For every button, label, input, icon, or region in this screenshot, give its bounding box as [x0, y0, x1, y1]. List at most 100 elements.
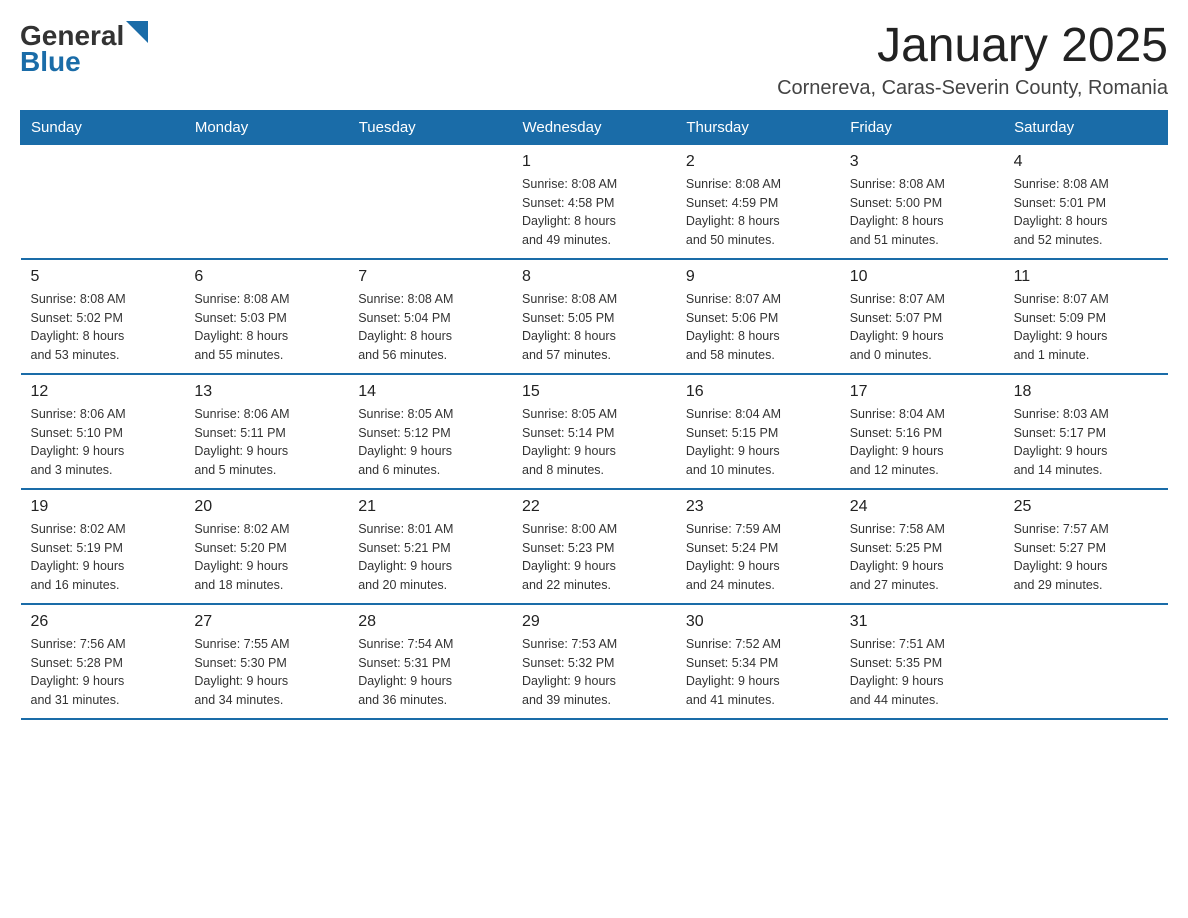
calendar-cell: 7 Sunrise: 8:08 AM Sunset: 5:04 PM Daylig… — [348, 259, 512, 374]
day-info: Sunrise: 8:04 AM Sunset: 5:16 PM Dayligh… — [850, 405, 994, 480]
header-sunday: Sunday — [21, 110, 185, 144]
day-number: 11 — [1014, 268, 1158, 286]
calendar-cell: 25Sunrise: 7:57 AM Sunset: 5:27 PM Dayli… — [1004, 489, 1168, 604]
logo: General Blue — [20, 20, 148, 78]
day-number: 12 — [31, 383, 175, 401]
calendar-cell: 19 Sunrise: 8:02 AM Sunset: 5:19 PM Dayli… — [21, 489, 185, 604]
header-saturday: Saturday — [1004, 110, 1168, 144]
day-info: Sunrise: 7:57 AM Sunset: 5:27 PM Dayligh… — [1014, 520, 1158, 595]
day-info: Sunrise: 8:08 AM Sunset: 5:05 PM Dayligh… — [522, 290, 666, 365]
calendar-cell: 24Sunrise: 7:58 AM Sunset: 5:25 PM Dayli… — [840, 489, 1004, 604]
day-info: Sunrise: 8:02 AM Sunset: 5:20 PM Dayligh… — [194, 520, 338, 595]
calendar-cell: 16 Sunrise: 8:04 AM Sunset: 5:15 PM Dayli… — [676, 374, 840, 489]
calendar-cell: 1Sunrise: 8:08 AM Sunset: 4:58 PM Daylig… — [512, 144, 676, 259]
calendar-cell: 20 Sunrise: 8:02 AM Sunset: 5:20 PM Dayli… — [184, 489, 348, 604]
calendar-cell: 26 Sunrise: 7:56 AM Sunset: 5:28 PM Dayli… — [21, 604, 185, 719]
calendar-cell — [1004, 604, 1168, 719]
header-friday: Friday — [840, 110, 1004, 144]
day-number: 5 — [31, 268, 175, 286]
location: Cornereva, Caras-Severin County, Romania — [777, 77, 1168, 100]
day-info: Sunrise: 8:07 AM Sunset: 5:07 PM Dayligh… — [850, 290, 994, 365]
calendar-cell — [21, 144, 185, 259]
day-info: Sunrise: 8:00 AM Sunset: 5:23 PM Dayligh… — [522, 520, 666, 595]
page-header: General Blue January 2025 Cornereva, Car… — [20, 20, 1168, 100]
header-tuesday: Tuesday — [348, 110, 512, 144]
calendar-cell: 14Sunrise: 8:05 AM Sunset: 5:12 PM Dayli… — [348, 374, 512, 489]
day-number: 22 — [522, 498, 666, 516]
calendar-cell — [184, 144, 348, 259]
day-info: Sunrise: 8:03 AM Sunset: 5:17 PM Dayligh… — [1014, 405, 1158, 480]
day-number: 24 — [850, 498, 994, 516]
calendar-week-row: 19 Sunrise: 8:02 AM Sunset: 5:19 PM Dayli… — [21, 489, 1168, 604]
header-monday: Monday — [184, 110, 348, 144]
calendar-cell: 10Sunrise: 8:07 AM Sunset: 5:07 PM Dayli… — [840, 259, 1004, 374]
day-info: Sunrise: 8:08 AM Sunset: 4:58 PM Dayligh… — [522, 175, 666, 250]
calendar-table: Sunday Monday Tuesday Wednesday Thursday… — [20, 110, 1168, 720]
day-info: Sunrise: 8:06 AM Sunset: 5:10 PM Dayligh… — [31, 405, 175, 480]
calendar-cell — [348, 144, 512, 259]
day-info: Sunrise: 8:08 AM Sunset: 5:03 PM Dayligh… — [194, 290, 338, 365]
day-info: Sunrise: 8:04 AM Sunset: 5:15 PM Dayligh… — [686, 405, 830, 480]
day-info: Sunrise: 8:07 AM Sunset: 5:06 PM Dayligh… — [686, 290, 830, 365]
logo-icon — [126, 21, 148, 43]
calendar-cell: 13 Sunrise: 8:06 AM Sunset: 5:11 PM Dayli… — [184, 374, 348, 489]
day-number: 17 — [850, 383, 994, 401]
logo-blue: Blue — [20, 46, 81, 78]
calendar-cell: 8Sunrise: 8:08 AM Sunset: 5:05 PM Daylig… — [512, 259, 676, 374]
day-number: 19 — [31, 498, 175, 516]
day-info: Sunrise: 8:06 AM Sunset: 5:11 PM Dayligh… — [194, 405, 338, 480]
day-info: Sunrise: 7:56 AM Sunset: 5:28 PM Dayligh… — [31, 635, 175, 710]
calendar-cell: 17 Sunrise: 8:04 AM Sunset: 5:16 PM Dayli… — [840, 374, 1004, 489]
calendar-cell: 30 Sunrise: 7:52 AM Sunset: 5:34 PM Dayli… — [676, 604, 840, 719]
day-number: 26 — [31, 613, 175, 631]
calendar-cell: 5 Sunrise: 8:08 AM Sunset: 5:02 PM Daylig… — [21, 259, 185, 374]
calendar-cell: 18 Sunrise: 8:03 AM Sunset: 5:17 PM Dayli… — [1004, 374, 1168, 489]
title-section: January 2025 Cornereva, Caras-Severin Co… — [777, 20, 1168, 100]
day-number: 16 — [686, 383, 830, 401]
day-number: 20 — [194, 498, 338, 516]
calendar-week-row: 5 Sunrise: 8:08 AM Sunset: 5:02 PM Daylig… — [21, 259, 1168, 374]
calendar-week-row: 12 Sunrise: 8:06 AM Sunset: 5:10 PM Dayli… — [21, 374, 1168, 489]
calendar-cell: 6 Sunrise: 8:08 AM Sunset: 5:03 PM Daylig… — [184, 259, 348, 374]
day-number: 2 — [686, 153, 830, 171]
day-number: 21 — [358, 498, 502, 516]
day-number: 23 — [686, 498, 830, 516]
calendar-header: Sunday Monday Tuesday Wednesday Thursday… — [21, 110, 1168, 144]
calendar-week-row: 26 Sunrise: 7:56 AM Sunset: 5:28 PM Dayli… — [21, 604, 1168, 719]
calendar-week-row: 1Sunrise: 8:08 AM Sunset: 4:58 PM Daylig… — [21, 144, 1168, 259]
day-number: 3 — [850, 153, 994, 171]
day-info: Sunrise: 8:08 AM Sunset: 5:02 PM Dayligh… — [31, 290, 175, 365]
day-info: Sunrise: 8:08 AM Sunset: 5:04 PM Dayligh… — [358, 290, 502, 365]
day-info: Sunrise: 7:52 AM Sunset: 5:34 PM Dayligh… — [686, 635, 830, 710]
day-info: Sunrise: 8:07 AM Sunset: 5:09 PM Dayligh… — [1014, 290, 1158, 365]
day-number: 15 — [522, 383, 666, 401]
day-number: 31 — [850, 613, 994, 631]
day-info: Sunrise: 8:02 AM Sunset: 5:19 PM Dayligh… — [31, 520, 175, 595]
day-number: 30 — [686, 613, 830, 631]
weekday-header-row: Sunday Monday Tuesday Wednesday Thursday… — [21, 110, 1168, 144]
day-info: Sunrise: 8:08 AM Sunset: 5:00 PM Dayligh… — [850, 175, 994, 250]
day-info: Sunrise: 7:59 AM Sunset: 5:24 PM Dayligh… — [686, 520, 830, 595]
day-number: 4 — [1014, 153, 1158, 171]
day-number: 18 — [1014, 383, 1158, 401]
calendar-cell: 29Sunrise: 7:53 AM Sunset: 5:32 PM Dayli… — [512, 604, 676, 719]
day-info: Sunrise: 7:55 AM Sunset: 5:30 PM Dayligh… — [194, 635, 338, 710]
day-number: 14 — [358, 383, 502, 401]
calendar-cell: 28Sunrise: 7:54 AM Sunset: 5:31 PM Dayli… — [348, 604, 512, 719]
calendar-cell: 2 Sunrise: 8:08 AM Sunset: 4:59 PM Daylig… — [676, 144, 840, 259]
calendar-cell: 31 Sunrise: 7:51 AM Sunset: 5:35 PM Dayli… — [840, 604, 1004, 719]
day-info: Sunrise: 7:53 AM Sunset: 5:32 PM Dayligh… — [522, 635, 666, 710]
day-info: Sunrise: 7:51 AM Sunset: 5:35 PM Dayligh… — [850, 635, 994, 710]
day-number: 13 — [194, 383, 338, 401]
calendar-cell: 15Sunrise: 8:05 AM Sunset: 5:14 PM Dayli… — [512, 374, 676, 489]
calendar-cell: 11 Sunrise: 8:07 AM Sunset: 5:09 PM Dayli… — [1004, 259, 1168, 374]
calendar-cell: 27Sunrise: 7:55 AM Sunset: 5:30 PM Dayli… — [184, 604, 348, 719]
day-info: Sunrise: 8:08 AM Sunset: 5:01 PM Dayligh… — [1014, 175, 1158, 250]
header-wednesday: Wednesday — [512, 110, 676, 144]
day-number: 7 — [358, 268, 502, 286]
day-number: 6 — [194, 268, 338, 286]
calendar-cell: 23 Sunrise: 7:59 AM Sunset: 5:24 PM Dayli… — [676, 489, 840, 604]
day-info: Sunrise: 8:01 AM Sunset: 5:21 PM Dayligh… — [358, 520, 502, 595]
day-number: 9 — [686, 268, 830, 286]
day-info: Sunrise: 8:08 AM Sunset: 4:59 PM Dayligh… — [686, 175, 830, 250]
